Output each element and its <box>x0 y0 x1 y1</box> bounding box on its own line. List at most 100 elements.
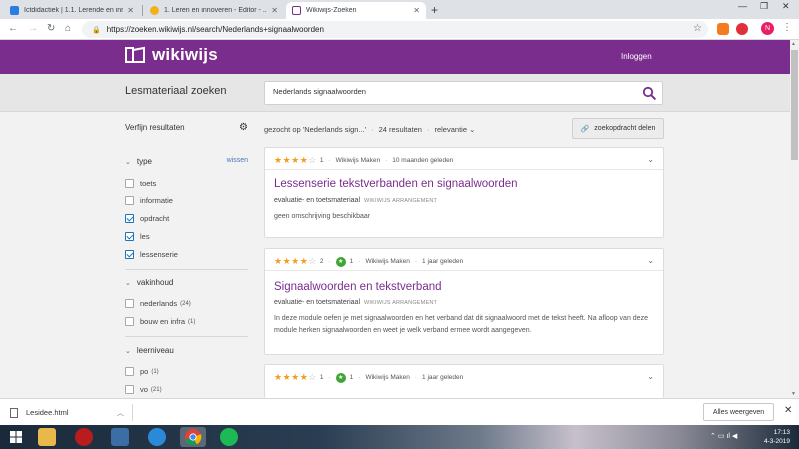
filter-option-lessenserie[interactable]: lessenserie <box>125 250 178 259</box>
checkbox[interactable] <box>125 196 134 205</box>
lock-icon: 🔒 <box>92 26 101 34</box>
app-icon[interactable] <box>111 428 129 446</box>
result-title-link[interactable]: Signaalwoorden en tekstverband <box>274 281 442 293</box>
windows-start-icon[interactable] <box>10 431 22 443</box>
extension-icon[interactable] <box>717 23 729 35</box>
file-explorer-icon[interactable] <box>38 428 56 446</box>
result-type-label: WIKIWIJS ARRANGEMENT <box>364 198 438 204</box>
browser-tab-editor[interactable]: 1. Leren en innoveren - Editor - ... ✕ <box>144 2 284 19</box>
result-card[interactable]: ★★★★☆ 1 · ★ 1 · Wikiwijs Maken · 1 jaar g… <box>264 364 664 398</box>
show-all-downloads-button[interactable]: Alles weergeven <box>703 403 774 421</box>
tab-title: Wikiwijs-Zoeken <box>306 7 357 14</box>
browser-menu-icon[interactable]: ⋮ <box>782 22 792 33</box>
download-item[interactable]: Lesidee.html ︿ <box>6 404 133 421</box>
result-card[interactable]: ★★★★☆ 2 · ★ 1 · Wikiwijs Maken · 1 jaar g… <box>264 248 664 355</box>
home-icon[interactable]: ⌂ <box>65 23 71 34</box>
profile-avatar[interactable]: N <box>761 22 774 35</box>
searched-for-text: gezocht op 'Nederlands sign...' <box>264 125 367 134</box>
forward-arrow-icon[interactable]: → <box>28 23 38 34</box>
filter-count: (1) <box>151 368 159 375</box>
facet-type-header[interactable]: ⌄ type wissen <box>125 157 248 166</box>
chevron-down-icon[interactable]: ⌄ <box>647 372 654 381</box>
gear-icon[interactable]: ⚙ <box>239 122 248 133</box>
result-count: 24 resultaten <box>378 125 422 134</box>
checkbox[interactable] <box>125 367 134 376</box>
logo-text: wikiwijs <box>152 45 218 64</box>
chevron-down-icon[interactable]: ⌄ <box>647 155 654 164</box>
facet-divider <box>125 336 248 337</box>
bookmark-star-icon[interactable]: ☆ <box>693 23 702 34</box>
separator-dot: · <box>328 374 331 381</box>
checkbox[interactable] <box>125 299 134 308</box>
sort-dropdown[interactable]: relevantie ⌄ <box>434 125 475 134</box>
filter-option-po[interactable]: po (1) <box>125 367 159 376</box>
wikiwijs-logo[interactable]: wikiwijs <box>124 45 218 65</box>
chrome-logo-icon <box>184 428 202 446</box>
result-meta: ★★★★☆ 1 · Wikiwijs Maken · 10 maanden ge… <box>274 155 453 166</box>
tab-title: 1. Leren en innoveren - Editor - ... <box>164 7 268 14</box>
browser-tab-strip: Ictdidactiek | 1.1. Lerende en inno ✕ 1.… <box>0 0 799 19</box>
results-header: gezocht op 'Nederlands sign...' · 24 resul… <box>264 118 664 140</box>
filter-option-opdracht[interactable]: opdracht <box>125 214 169 223</box>
login-link[interactable]: Inloggen <box>621 52 652 61</box>
chevron-up-icon[interactable]: ︿ <box>117 408 124 418</box>
scroll-up-icon[interactable]: ▲ <box>791 41 796 47</box>
search-heading: Lesmateriaal zoeken <box>125 85 227 97</box>
site-favicon-icon <box>150 6 159 15</box>
clock-date: 4-3-2019 <box>763 438 790 445</box>
taskbar-clock[interactable]: 17:13 4-3-2019 <box>758 428 790 446</box>
close-tab-icon[interactable]: ✕ <box>413 6 420 15</box>
checkbox-checked[interactable] <box>125 214 134 223</box>
restore-window-icon[interactable]: ❐ <box>760 1 768 12</box>
internet-explorer-icon[interactable] <box>148 428 166 446</box>
filter-option-bouw-en-infra[interactable]: bouw en infra (1) <box>125 317 195 326</box>
facet-title: vakinhoud <box>136 278 174 287</box>
checkbox[interactable] <box>125 179 134 188</box>
search-icon[interactable] <box>642 86 656 100</box>
back-arrow-icon[interactable]: ← <box>8 23 18 34</box>
close-tab-icon[interactable]: ✕ <box>271 6 278 15</box>
new-tab-button[interactable]: + <box>431 3 438 17</box>
browser-tab-ictdidactiek[interactable]: Ictdidactiek | 1.1. Lerende en inno ✕ <box>4 2 140 19</box>
chevron-down-icon[interactable]: ⌄ <box>647 256 654 265</box>
checkbox[interactable] <box>125 385 134 394</box>
checkbox-checked[interactable] <box>125 250 134 259</box>
search-input[interactable] <box>273 87 633 96</box>
star-rating-icon: ★★★★☆ <box>274 155 317 165</box>
clear-filter-link[interactable]: wissen <box>227 157 248 164</box>
result-card[interactable]: ★★★★☆ 1 · Wikiwijs Maken · 10 maanden ge… <box>264 147 664 238</box>
close-tab-icon[interactable]: ✕ <box>127 6 134 15</box>
share-search-button[interactable]: 🔗 zoekopdracht delen <box>572 118 664 139</box>
page-scrollbar[interactable]: ▲ ▼ <box>790 40 799 398</box>
filter-option-vo[interactable]: vo (21) <box>125 385 162 394</box>
filter-option-informatie[interactable]: informatie <box>125 196 173 205</box>
address-bar[interactable]: 🔒 https://zoeken.wikiwijs.nl/search/Nede… <box>82 21 708 38</box>
filter-option-toets[interactable]: toets <box>125 179 156 188</box>
reload-icon[interactable]: ↻ <box>47 23 55 34</box>
separator-dot: · <box>385 157 388 164</box>
scrollbar-thumb[interactable] <box>791 50 798 160</box>
filter-option-les[interactable]: les <box>125 232 150 241</box>
file-icon <box>10 407 18 418</box>
app-icon[interactable] <box>75 428 93 446</box>
spotify-icon[interactable] <box>220 428 238 446</box>
filter-option-nederlands[interactable]: nederlands (24) <box>125 299 191 308</box>
result-meta: ★★★★☆ 1 · ★ 1 · Wikiwijs Maken · 1 jaar g… <box>274 372 463 383</box>
scroll-down-icon[interactable]: ▼ <box>791 391 796 397</box>
result-title-link[interactable]: Lessenserie tekstverbanden en signaalwoo… <box>274 178 518 190</box>
browser-tab-wikiwijs[interactable]: Wikiwijs-Zoeken ✕ <box>286 2 426 19</box>
close-window-icon[interactable]: ✕ <box>782 1 790 12</box>
facet-divider <box>125 269 248 270</box>
system-tray[interactable]: ⌃ ▭ ıl ◀ <box>710 432 737 440</box>
result-type: evaluatie- en toetsmateriaal WIKIWIJS ARR… <box>274 299 437 306</box>
checkbox-checked[interactable] <box>125 232 134 241</box>
checkbox[interactable] <box>125 317 134 326</box>
chrome-icon[interactable] <box>180 427 206 447</box>
minimize-window-icon[interactable]: — <box>738 1 747 11</box>
facet-leerniveau-header[interactable]: ⌄ leerniveau <box>125 346 248 355</box>
close-download-bar-icon[interactable]: ✕ <box>784 405 792 416</box>
sort-value: relevantie <box>434 125 467 134</box>
result-type-label: WIKIWIJS ARRANGEMENT <box>364 300 438 306</box>
facet-vakinhoud-header[interactable]: ⌄ vakinhoud <box>125 278 248 287</box>
pinterest-extension-icon[interactable] <box>736 23 748 35</box>
